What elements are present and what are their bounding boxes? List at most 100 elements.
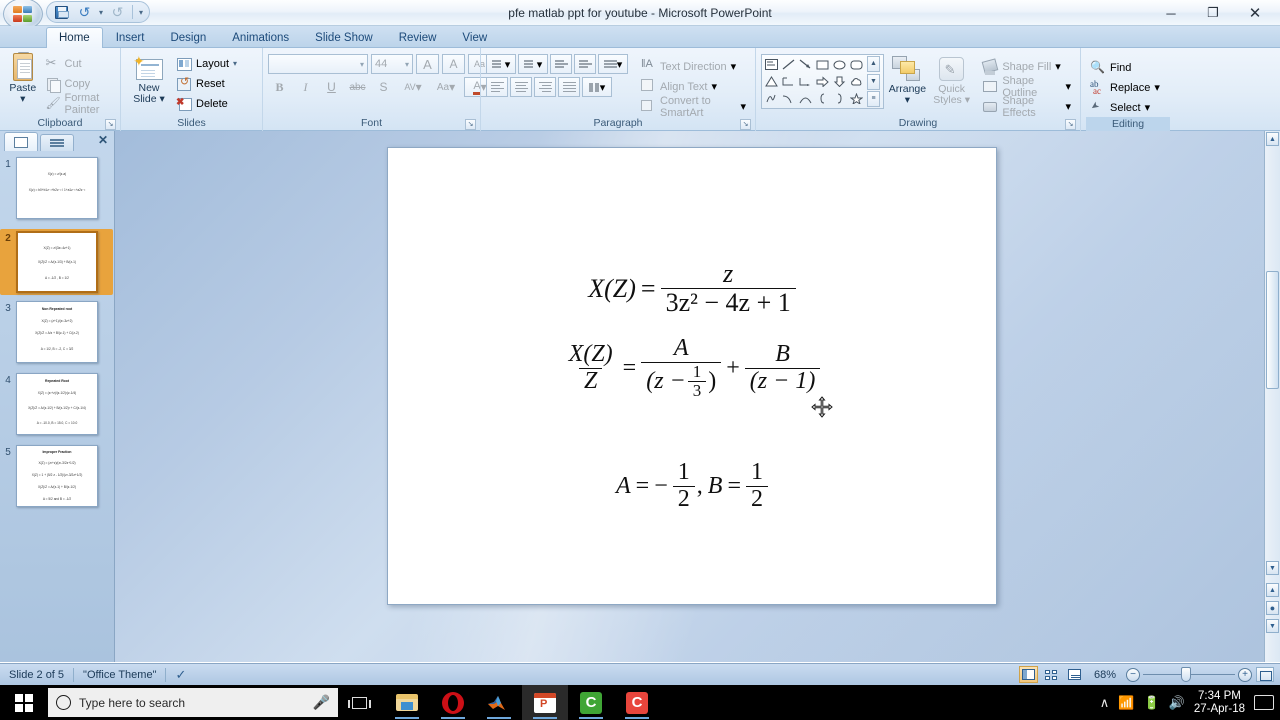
search-box[interactable]: Type here to search 🎤: [48, 688, 338, 717]
shape-oval-icon[interactable]: [831, 56, 848, 73]
shape-elbow-arrow-icon[interactable]: [797, 73, 814, 90]
zoom-handle[interactable]: [1181, 667, 1191, 682]
clipboard-dialog-launcher[interactable]: ↘: [105, 119, 116, 130]
bold-button[interactable]: B: [268, 77, 291, 97]
shape-scroll-up-icon[interactable]: ▲: [867, 56, 880, 72]
italic-button[interactable]: I: [294, 77, 317, 97]
scrollbar-thumb[interactable]: [1266, 271, 1279, 389]
new-slide-button[interactable]: ✦ New Slide ▾: [126, 51, 172, 105]
replace-dropdown-icon[interactable]: ▾: [1154, 81, 1160, 94]
equation-3[interactable]: A = − 1 2 , B = 1 2: [388, 459, 996, 513]
decrease-indent-button[interactable]: [550, 54, 572, 74]
undo-button[interactable]: ↻: [76, 4, 93, 21]
change-case-button[interactable]: Aa ▾: [431, 77, 461, 97]
scroll-down-button[interactable]: ▼: [1266, 561, 1279, 575]
spacing-dropdown-icon[interactable]: ▾: [416, 80, 422, 94]
arrange-dropdown-icon[interactable]: ▾: [905, 95, 910, 106]
align-center-button[interactable]: [510, 77, 532, 97]
bullets-dropdown-icon[interactable]: ▾: [505, 58, 511, 71]
shape-gallery[interactable]: ▲ ▼ ≡: [763, 56, 882, 107]
slide-preview-1[interactable]: X(z) = z/(z-a) X(z) = b0+b1z⁻¹+b2z⁻² / 1…: [16, 157, 98, 219]
redo-button[interactable]: ↺: [109, 4, 126, 21]
shape-arc-icon[interactable]: [797, 90, 814, 107]
slide-separator-icon[interactable]: ●: [1266, 601, 1279, 615]
drawing-dialog-launcher[interactable]: ↘: [1065, 119, 1076, 130]
tab-animations[interactable]: Animations: [219, 27, 302, 48]
quick-styles-button[interactable]: ✎ Quick Styles ▾: [931, 54, 972, 106]
select-dropdown-icon[interactable]: ▾: [1145, 101, 1151, 114]
cut-button[interactable]: Cut: [41, 54, 116, 73]
text-direction-button[interactable]: ‖A Text Direction ▾: [636, 57, 750, 76]
save-button[interactable]: [53, 4, 70, 21]
font-name-dropdown-icon[interactable]: ▾: [360, 60, 364, 69]
slide-thumbnail-2[interactable]: 2 X(Z) = z/(3z²-4z+1) X(Z)/Z = A/(z-1/3)…: [0, 229, 113, 295]
tab-view[interactable]: View: [449, 27, 500, 48]
shape-down-arrow-icon[interactable]: [831, 73, 848, 90]
shape-outline-dropdown-icon[interactable]: ▾: [1065, 80, 1071, 93]
reset-button[interactable]: Reset: [172, 74, 241, 93]
shape-rectangle-icon[interactable]: [814, 56, 831, 73]
tab-home[interactable]: Home: [46, 27, 103, 48]
taskbar-app-camtasia-studio[interactable]: C: [568, 685, 614, 720]
increase-indent-button[interactable]: [574, 54, 596, 74]
numbering-button[interactable]: ▾: [518, 54, 548, 74]
scroll-up-button[interactable]: ▲: [1266, 132, 1279, 146]
character-spacing-button[interactable]: AV ▾: [398, 77, 428, 97]
slide-thumbnail-list[interactable]: 1 X(z) = z/(z-a) X(z) = b0+b1z⁻¹+b2z⁻² /…: [0, 151, 113, 662]
microphone-icon[interactable]: 🎤: [313, 694, 330, 711]
tab-slide-show[interactable]: Slide Show: [302, 27, 386, 48]
equation-2[interactable]: X(Z) Z = A (z − 1 3 ) + B (z − 1): [388, 335, 996, 401]
undo-dropdown-icon[interactable]: ▾: [99, 8, 103, 17]
smartart-dropdown-icon[interactable]: ▾: [740, 100, 746, 113]
shape-scroll-down-icon[interactable]: ▼: [867, 73, 880, 90]
start-button[interactable]: [0, 685, 48, 720]
close-button[interactable]: ✕: [1234, 2, 1276, 24]
shape-arrow-icon[interactable]: [797, 56, 814, 73]
previous-slide-button[interactable]: ▲: [1266, 583, 1279, 597]
network-icon[interactable]: 📶: [1118, 695, 1134, 711]
change-case-dropdown-icon[interactable]: ▾: [449, 80, 455, 94]
font-dialog-launcher[interactable]: ↘: [465, 119, 476, 130]
font-size-combobox[interactable]: 44 ▾: [371, 54, 413, 74]
show-hidden-icons-button[interactable]: ∧: [1100, 695, 1110, 711]
font-name-combobox[interactable]: ▾: [268, 54, 368, 74]
tab-insert[interactable]: Insert: [103, 27, 158, 48]
task-view-button[interactable]: [338, 685, 380, 720]
taskbar-app-opera[interactable]: [430, 685, 476, 720]
taskbar-app-powerpoint[interactable]: P: [522, 685, 568, 720]
zoom-in-button[interactable]: +: [1238, 667, 1252, 682]
clock[interactable]: 7:34 PM 27-Apr-18: [1194, 690, 1245, 716]
shape-right-arrow-icon[interactable]: [814, 73, 831, 90]
slide-editing-surface[interactable]: X(Z) = z 3z² − 4z + 1 X(Z) Z = A (z − 1 …: [387, 147, 997, 605]
align-left-button[interactable]: [486, 77, 508, 97]
paragraph-dialog-launcher[interactable]: ↘: [740, 119, 751, 130]
fit-slide-to-window-button[interactable]: [1256, 667, 1274, 682]
restore-button[interactable]: ❐: [1192, 2, 1234, 24]
slide-preview-5[interactable]: Improper Fraction X(Z) = (z²+z)/(z²-3/2z…: [16, 445, 98, 507]
shape-gallery-more-icon[interactable]: ≡: [867, 91, 880, 107]
paste-button[interactable]: Paste ▾: [5, 51, 41, 105]
select-button[interactable]: Select ▾: [1086, 98, 1164, 117]
numbering-dropdown-icon[interactable]: ▾: [537, 58, 543, 71]
customize-qat-icon[interactable]: ▾: [139, 8, 143, 17]
pane-tab-outline[interactable]: [40, 134, 74, 151]
taskbar-app-file-explorer[interactable]: [384, 685, 430, 720]
align-text-button[interactable]: Align Text ▾: [636, 77, 750, 96]
slide-thumbnail-1[interactable]: 1 X(z) = z/(z-a) X(z) = b0+b1z⁻¹+b2z⁻² /…: [0, 157, 113, 219]
layout-button[interactable]: Layout ▾: [172, 54, 241, 73]
strikethrough-button[interactable]: abc: [346, 77, 369, 97]
text-shadow-button[interactable]: S: [372, 77, 395, 97]
shape-left-brace-icon[interactable]: [814, 90, 831, 107]
shape-fill-button[interactable]: Shape Fill ▾: [978, 57, 1075, 76]
pane-tab-slides[interactable]: [4, 132, 38, 151]
battery-icon[interactable]: 🔋: [1143, 695, 1159, 711]
slide-preview-3[interactable]: Non Repeated root X(Z) = (z+1)/(z²-3z+2)…: [16, 301, 98, 363]
copy-button[interactable]: Copy: [41, 74, 116, 93]
next-slide-button[interactable]: ▼: [1266, 619, 1279, 633]
tab-design[interactable]: Design: [157, 27, 219, 48]
columns-button[interactable]: ▾: [582, 77, 612, 97]
tab-review[interactable]: Review: [386, 27, 450, 48]
decrease-font-size-button[interactable]: A: [442, 54, 465, 74]
view-slide-sorter-button[interactable]: [1042, 666, 1061, 683]
slide-preview-2[interactable]: X(Z) = z/(3z²-4z+1) X(Z)/Z = A/(z-1/3) +…: [16, 231, 98, 293]
